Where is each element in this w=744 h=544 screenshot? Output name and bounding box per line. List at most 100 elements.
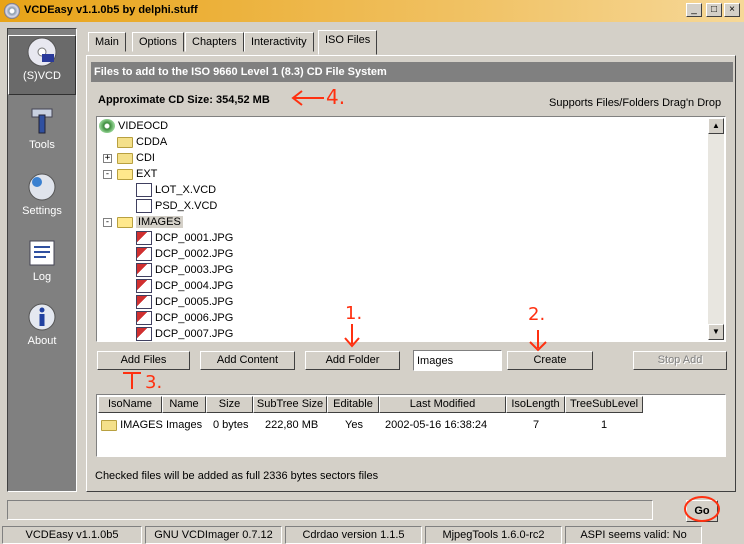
tree-item-label: CDI (136, 152, 155, 164)
panel-header: Files to add to the ISO 9660 Level 1 (8.… (91, 62, 733, 82)
tree-item-psd-x[interactable]: PSD_X.VCD (136, 198, 217, 214)
annotation-arrow-left-icon (291, 90, 324, 106)
tree-item-cdi[interactable]: CDI (117, 150, 155, 166)
tree-item-label: IMAGES (136, 216, 183, 228)
cell-isoname: IMAGES (101, 417, 163, 433)
sidebar-item-svcd[interactable]: (S)VCD (8, 35, 76, 95)
tree-item-label: DCP_0007.JPG (155, 328, 234, 340)
disc-icon (27, 37, 57, 67)
tree-item-jpg[interactable]: DCP_0005.JPG (136, 294, 233, 310)
dragdrop-note: Supports Files/Folders Drag'n Drop (549, 97, 722, 109)
annotation-3: 3. (145, 372, 163, 393)
tab-chapters[interactable]: Chapters (185, 32, 244, 52)
about-icon (28, 303, 56, 331)
column-header[interactable]: Last Modified (379, 396, 506, 413)
sidebar-item-log[interactable]: Log (8, 237, 76, 297)
tree-item-images[interactable]: IMAGES (117, 214, 183, 230)
tab-options[interactable]: Options (132, 32, 184, 52)
tree-scrollbar[interactable]: ▲ ▼ (708, 118, 724, 340)
tree-item-ext[interactable]: EXT (117, 166, 157, 182)
minimize-button[interactable]: _ (686, 3, 702, 17)
cell-text: IMAGES (120, 419, 163, 431)
cell-editable: Yes (345, 419, 363, 431)
column-header[interactable]: IsoLength (506, 396, 565, 413)
tree-item-jpg[interactable]: DCP_0001.JPG (136, 230, 233, 246)
cd-size-label: Approximate CD Size: 354,52 MB (98, 94, 270, 106)
cell-name: Images (166, 419, 203, 431)
tree-item-jpg[interactable]: DCP_0002.JPG (136, 246, 233, 262)
tree-item-label: VIDEOCD (118, 120, 169, 132)
sector-note: Checked files will be added as full 2336… (95, 470, 379, 482)
annotation-arrow-down-icon (344, 324, 360, 348)
tree-item-label: CDDA (136, 136, 168, 148)
tree-item-label: DCP_0001.JPG (155, 232, 234, 244)
vcd-file-icon (136, 183, 152, 198)
cell-size: 0 bytes (213, 419, 249, 431)
cell-treesublevel: 1 (601, 419, 608, 431)
tree-item-videocd[interactable]: VIDEOCD (99, 118, 168, 134)
sidebar-item-about[interactable]: About (8, 301, 76, 361)
tree-item-lot-x[interactable]: LOT_X.VCD (136, 182, 216, 198)
tab-iso-files[interactable]: ISO Files (318, 30, 378, 55)
sidebar-item-label: Tools (29, 139, 55, 151)
tree-item-jpg[interactable]: DCP_0003.JPG (136, 262, 233, 278)
title-bar: VCDEasy v1.1.0b5 by delphi.stuff _ □ × (0, 0, 744, 22)
column-header[interactable]: Name (162, 396, 206, 413)
scroll-up-icon[interactable]: ▲ (708, 118, 724, 134)
expand-cdi-icon[interactable]: + (103, 154, 112, 163)
maximize-button[interactable]: □ (706, 3, 722, 17)
collapse-ext-icon[interactable]: - (103, 170, 112, 179)
close-button[interactable]: × (724, 3, 740, 17)
status-vcdimager: GNU VCDImager 0.7.12 (145, 526, 282, 544)
folder-name-input[interactable] (413, 350, 502, 371)
iso-tree-view[interactable]: VIDEOCD CDDA + CDI - EXT LOT_X.VCD PSD_X… (96, 116, 726, 342)
add-files-button[interactable]: Add Files (97, 351, 190, 370)
tree-item-label: DCP_0003.JPG (155, 264, 234, 276)
image-file-icon (136, 311, 152, 326)
sidebar-item-label: (S)VCD (23, 70, 61, 82)
column-header[interactable]: SubTree Size (253, 396, 327, 413)
window-title: VCDEasy v1.1.0b5 by delphi.stuff (24, 4, 198, 16)
status-version: VCDEasy v1.1.0b5 (2, 526, 142, 544)
status-mjpegtools: MjpegTools 1.6.0-rc2 (425, 526, 562, 544)
cell-subtree-size: 222,80 MB (265, 419, 319, 431)
add-content-button[interactable]: Add Content (200, 351, 295, 370)
add-folder-button[interactable]: Add Folder (305, 351, 400, 370)
tree-item-label: DCP_0004.JPG (155, 280, 234, 292)
annotation-1: 1. (345, 303, 363, 324)
tree-item-cdda[interactable]: CDDA (117, 134, 167, 150)
cell-isolength: 7 (533, 419, 540, 431)
folder-icon (117, 153, 133, 165)
column-header[interactable]: IsoName (98, 396, 162, 413)
image-file-icon (136, 247, 152, 262)
tree-item-label: PSD_X.VCD (155, 200, 218, 212)
tree-item-jpg[interactable]: DCP_0007.JPG (136, 326, 234, 341)
progress-bar (7, 500, 653, 520)
image-file-icon (136, 295, 152, 310)
sidebar-item-settings[interactable]: Settings (8, 171, 76, 231)
tab-interactivity[interactable]: Interactivity (244, 32, 314, 52)
tree-item-label: DCP_0006.JPG (155, 312, 234, 324)
sidebar-item-tools[interactable]: Tools (8, 105, 76, 165)
collapse-images-icon[interactable]: - (103, 218, 112, 227)
tree-item-label: EXT (136, 168, 158, 180)
annotation-arrow-down-icon (529, 330, 547, 352)
column-header[interactable]: Size (206, 396, 253, 413)
column-header[interactable]: TreeSubLevel (565, 396, 643, 413)
cell-last-modified: 2002-05-16 16:38:24 (385, 419, 488, 431)
stop-add-button: Stop Add (633, 351, 727, 370)
log-icon (29, 240, 55, 266)
tab-main[interactable]: Main (88, 32, 126, 52)
tree-item-jpg[interactable]: DCP_0006.JPG (136, 310, 233, 326)
sidebar-item-label: Settings (22, 205, 62, 217)
annotation-2: 2. (528, 304, 546, 325)
status-aspi: ASPI seems valid: No (565, 526, 702, 544)
create-button[interactable]: Create (507, 351, 593, 370)
open-folder-icon (117, 169, 133, 181)
iso-items-table[interactable]: IsoName Name Size SubTree Size Editable … (96, 394, 726, 457)
image-file-icon (136, 263, 152, 278)
tree-item-label: DCP_0002.JPG (155, 248, 234, 260)
column-header[interactable]: Editable (327, 396, 379, 413)
scroll-down-icon[interactable]: ▼ (708, 324, 724, 340)
tree-item-jpg[interactable]: DCP_0004.JPG (136, 278, 233, 294)
